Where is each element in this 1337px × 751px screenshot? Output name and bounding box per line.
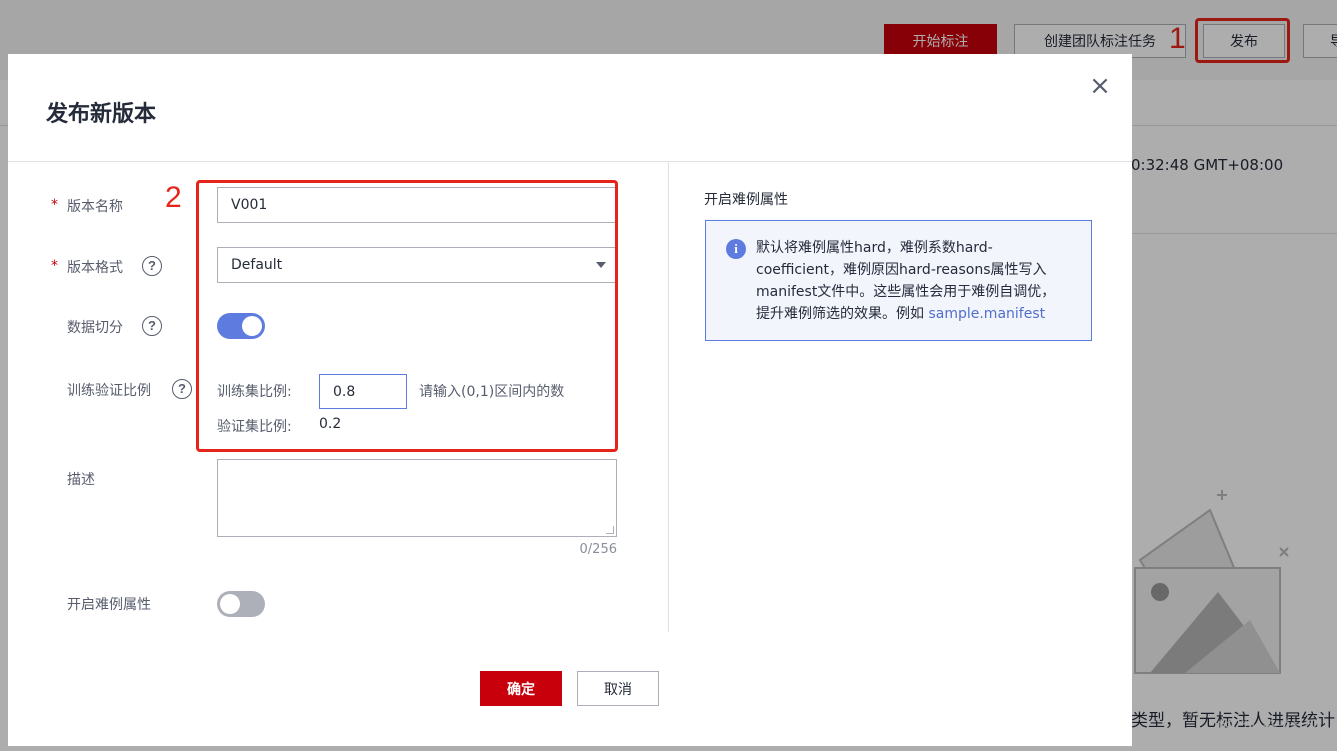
toggle-knob bbox=[242, 316, 262, 336]
annotation-marker-2: 2 bbox=[165, 181, 182, 214]
data-split-toggle[interactable] bbox=[217, 313, 265, 339]
train-ratio-hint: 请输入(0,1)区间内的数 bbox=[419, 384, 565, 400]
close-icon[interactable]: × bbox=[1088, 73, 1112, 99]
version-name-value: V001 bbox=[231, 197, 268, 213]
info-panel: i 默认将难例属性hard，难例系数hard- coefficient，难例原因… bbox=[705, 220, 1092, 341]
help-icon[interactable]: ? bbox=[142, 316, 162, 336]
train-val-ratio-label: 训练验证比例 bbox=[67, 383, 151, 399]
hard-example-toggle[interactable] bbox=[217, 591, 265, 617]
info-text-line: manifest文件中。这些属性会用于难例自调优， bbox=[756, 284, 1056, 300]
required-mark: * bbox=[51, 197, 58, 213]
resize-handle-icon[interactable] bbox=[606, 526, 614, 534]
toggle-knob bbox=[220, 594, 240, 614]
help-icon[interactable]: ? bbox=[172, 379, 192, 399]
help-icon[interactable]: ? bbox=[142, 256, 162, 276]
version-name-label-text: 版本名称 bbox=[67, 199, 123, 215]
hard-example-label: 开启难例属性 bbox=[67, 597, 151, 613]
chevron-down-icon bbox=[596, 262, 606, 268]
header-divider bbox=[8, 161, 1132, 162]
column-divider bbox=[668, 162, 669, 632]
train-ratio-label: 训练集比例: bbox=[217, 384, 292, 400]
description-label: 描述 bbox=[67, 472, 95, 488]
sample-manifest-link[interactable]: sample.manifest bbox=[928, 306, 1045, 322]
info-text-line-prefix: 提升难例筛选的效果。例如 bbox=[756, 306, 929, 322]
publish-version-dialog: 发布新版本 × * 版本名称 2 V001 * 版本格式 ? Default 数… bbox=[8, 54, 1132, 746]
info-icon: i bbox=[726, 239, 746, 259]
version-format-label-text: 版本格式 bbox=[67, 260, 123, 276]
dialog-title: 发布新版本 bbox=[46, 102, 157, 127]
version-format-label: * 版本格式 bbox=[51, 257, 123, 277]
cancel-button[interactable]: 取消 bbox=[577, 671, 659, 706]
version-name-input[interactable]: V001 bbox=[217, 187, 617, 223]
train-ratio-input[interactable]: 0.8 bbox=[319, 374, 407, 409]
version-format-value: Default bbox=[231, 257, 283, 273]
info-text-line: 提升难例筛选的效果。例如 sample.manifest bbox=[756, 303, 1071, 325]
info-text-line: coefficient，难例原因hard-reasons属性写入 bbox=[756, 262, 1047, 278]
info-text-line: 默认将难例属性hard，难例系数hard- bbox=[756, 240, 993, 256]
val-ratio-value: 0.2 bbox=[319, 416, 342, 432]
data-split-label: 数据切分 bbox=[67, 320, 123, 336]
train-ratio-value: 0.8 bbox=[333, 383, 356, 400]
version-name-label: * 版本名称 bbox=[51, 196, 123, 216]
confirm-button[interactable]: 确定 bbox=[480, 671, 562, 706]
description-char-counter: 0/256 bbox=[579, 542, 617, 557]
info-panel-title: 开启难例属性 bbox=[704, 192, 788, 208]
val-ratio-label: 验证集比例: bbox=[217, 419, 292, 435]
description-textarea[interactable] bbox=[217, 459, 617, 537]
required-mark: * bbox=[51, 258, 58, 274]
version-format-select[interactable]: Default bbox=[217, 247, 617, 283]
